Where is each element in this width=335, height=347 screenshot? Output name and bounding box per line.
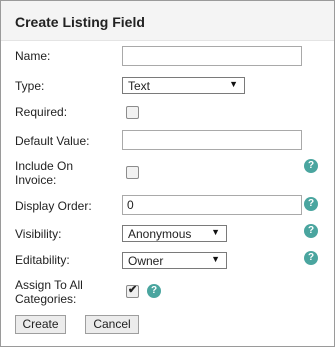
- visibility-label: Visibility:: [15, 227, 62, 241]
- help-icon[interactable]: ?: [304, 251, 318, 265]
- required-label: Required:: [15, 105, 68, 119]
- type-select[interactable]: Text ▼: [122, 77, 245, 94]
- type-label: Type:: [15, 79, 45, 93]
- include-on-invoice-label-line1: Include On: [15, 159, 74, 173]
- visibility-select[interactable]: Anonymous ▼: [122, 225, 227, 242]
- chevron-down-icon: ▼: [211, 254, 220, 264]
- panel-title: Create Listing Field: [15, 14, 145, 30]
- default-value-label: Default Value:: [15, 134, 90, 148]
- create-button[interactable]: Create: [15, 315, 66, 334]
- chevron-down-icon: ▼: [229, 79, 238, 89]
- include-on-invoice-checkbox[interactable]: [126, 166, 139, 179]
- display-order-label: Display Order:: [15, 199, 92, 213]
- cancel-button[interactable]: Cancel: [85, 315, 139, 334]
- name-input[interactable]: [122, 46, 302, 66]
- assign-all-checkbox[interactable]: ✔: [126, 284, 139, 298]
- checkmark-icon: ✔: [128, 284, 138, 296]
- assign-all-label-line1: Assign To All: [15, 278, 83, 292]
- chevron-down-icon: ▼: [211, 227, 220, 237]
- editability-select-value: Owner: [128, 254, 164, 268]
- help-icon[interactable]: ?: [304, 159, 318, 173]
- help-icon[interactable]: ?: [304, 197, 318, 211]
- include-on-invoice-label-line2: Invoice:: [15, 173, 57, 187]
- required-checkbox[interactable]: [126, 106, 139, 119]
- create-listing-field-panel: Create Listing Field Name: Type: Text ▼ …: [0, 0, 335, 347]
- default-value-input[interactable]: [122, 130, 302, 150]
- editability-label: Editability:: [15, 253, 70, 267]
- panel-header: Create Listing Field: [1, 1, 334, 41]
- help-icon[interactable]: ?: [147, 284, 161, 298]
- editability-select[interactable]: Owner ▼: [122, 252, 227, 269]
- help-icon[interactable]: ?: [304, 224, 318, 238]
- display-order-input[interactable]: [122, 195, 302, 215]
- assign-all-label-line2: Categories:: [15, 292, 77, 306]
- name-label: Name:: [15, 49, 51, 63]
- type-select-value: Text: [128, 79, 151, 93]
- visibility-select-value: Anonymous: [128, 227, 192, 241]
